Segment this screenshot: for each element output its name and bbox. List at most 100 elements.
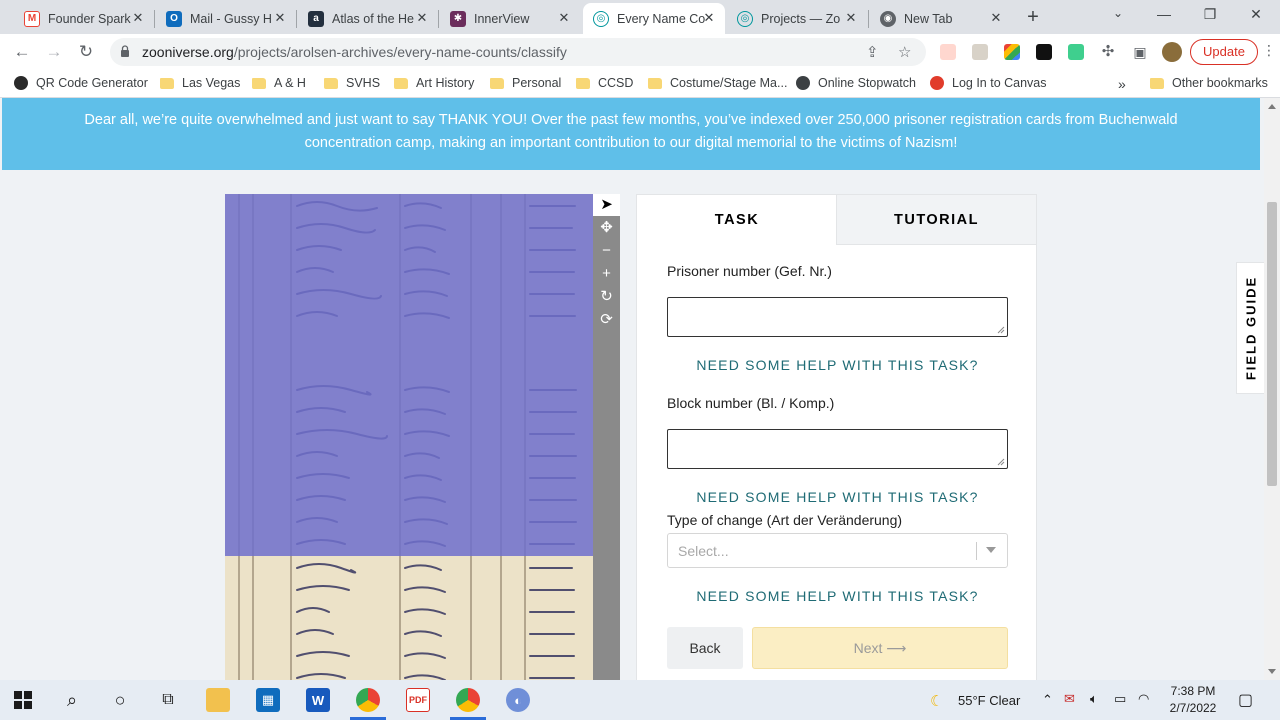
extension-icon[interactable] xyxy=(972,44,988,60)
bookmark-stopwatch[interactable]: Online Stopwatch xyxy=(796,76,916,90)
share-icon[interactable]: ⇪ xyxy=(866,43,879,61)
field-guide-button[interactable]: FIELD GUIDE xyxy=(1236,262,1264,394)
folder-icon xyxy=(252,77,266,89)
reload-icon[interactable]: ↻ xyxy=(74,40,98,64)
clock-time[interactable]: 7:38 PM xyxy=(1168,684,1218,698)
word-icon[interactable]: W xyxy=(306,688,330,712)
bookmark-canvas[interactable]: Log In to Canvas xyxy=(930,76,1047,90)
help-link[interactable]: NEED SOME HELP WITH THIS TASK? xyxy=(667,357,1008,373)
task-view-icon[interactable]: ⧉ xyxy=(156,688,180,712)
extension-icon[interactable] xyxy=(1004,44,1020,60)
block-number-input[interactable] xyxy=(667,429,1008,469)
notifications-icon[interactable]: ▢ xyxy=(1238,690,1253,710)
browser-tab[interactable]: ✱ InnerView ✕ xyxy=(440,3,580,34)
back-button[interactable]: Back xyxy=(667,627,743,669)
bookmark-folder[interactable]: SVHS xyxy=(324,76,380,90)
scrollbar-thumb[interactable] xyxy=(1267,202,1277,486)
puzzle-icon[interactable]: ✣ xyxy=(1096,40,1120,64)
scroll-up-icon[interactable] xyxy=(1268,104,1276,109)
store-icon[interactable]: ▦ xyxy=(256,688,280,712)
close-icon[interactable]: ✕ xyxy=(272,10,288,26)
rotate-icon[interactable]: ↻ xyxy=(593,286,620,308)
move-icon[interactable]: ✥ xyxy=(593,217,620,239)
zooniverse-icon: ◎ xyxy=(737,10,753,27)
resize-grip-icon[interactable] xyxy=(997,326,1005,334)
avatar[interactable] xyxy=(1162,42,1182,62)
file-explorer-icon[interactable] xyxy=(206,688,230,712)
tab-search-icon[interactable]: ⌄ xyxy=(1108,6,1128,20)
address-bar[interactable]: zooniverse.org/projects/arolsen-archives… xyxy=(110,38,926,66)
bookmark-folder[interactable]: Las Vegas xyxy=(160,76,240,90)
side-panel-icon[interactable]: ▣ xyxy=(1128,40,1152,64)
bookmark-folder[interactable]: Costume/Stage Ma... xyxy=(648,76,787,90)
browser-tab[interactable]: M Founder Spark ✕ xyxy=(14,3,154,34)
more-bookmarks-icon[interactable]: » xyxy=(1118,76,1126,92)
clock-date[interactable]: 2/7/2022 xyxy=(1164,701,1222,715)
innerview-icon: ✱ xyxy=(450,10,466,27)
zoom-in-icon[interactable]: + xyxy=(593,263,620,285)
bookmark-label: Costume/Stage Ma... xyxy=(670,76,788,90)
cortana-icon[interactable]: ○ xyxy=(108,688,132,712)
back-arrow-icon[interactable]: ← xyxy=(10,40,34,64)
other-bookmarks[interactable]: Other bookmarks xyxy=(1150,76,1268,90)
bookmark-star-icon[interactable]: ☆ xyxy=(898,43,911,61)
bookmark-qr-code[interactable]: QR Code Generator xyxy=(14,76,148,90)
minimize-icon[interactable]: — xyxy=(1154,6,1174,22)
pointer-icon[interactable]: ➤ xyxy=(593,194,620,216)
zoom-out-icon[interactable]: − xyxy=(593,240,620,262)
extension-icon[interactable] xyxy=(1068,44,1084,60)
scroll-down-icon[interactable] xyxy=(1268,669,1276,674)
bookmark-folder[interactable]: Art History xyxy=(394,76,474,90)
close-icon[interactable]: ✕ xyxy=(414,10,430,26)
update-button[interactable]: Update xyxy=(1190,39,1258,65)
browser-tab[interactable]: ◎ Projects — Zo ✕ xyxy=(727,3,867,34)
weather-text[interactable]: 55°F Clear xyxy=(958,693,1020,708)
close-window-icon[interactable]: ✕ xyxy=(1246,6,1266,23)
next-button[interactable]: Next ⟶ xyxy=(752,627,1008,669)
notification-badge-icon[interactable]: ✉ xyxy=(1064,691,1075,707)
close-icon[interactable]: ✕ xyxy=(701,10,717,26)
search-icon[interactable]: ⌕ xyxy=(60,688,84,712)
bookmark-folder[interactable]: A & H xyxy=(252,76,306,90)
tab-separator xyxy=(438,10,439,28)
subject-image[interactable] xyxy=(225,194,593,680)
bookmark-folder[interactable]: CCSD xyxy=(576,76,633,90)
close-icon[interactable]: ✕ xyxy=(843,10,859,26)
chevron-up-icon[interactable]: ⌃ xyxy=(1042,692,1053,708)
browser-tab[interactable]: O Mail - Gussy H ✕ xyxy=(156,3,296,34)
help-link[interactable]: NEED SOME HELP WITH THIS TASK? xyxy=(667,489,1008,505)
menu-icon[interactable]: ⋮ xyxy=(1262,42,1276,59)
prisoner-number-input[interactable] xyxy=(667,297,1008,337)
app-icon[interactable]: ◐ xyxy=(506,688,530,712)
windows-start-icon[interactable] xyxy=(14,691,32,709)
pdf-icon[interactable]: PDF xyxy=(406,688,430,712)
bookmark-folder[interactable]: Personal xyxy=(490,76,561,90)
page-content: Dear all, we’re quite overwhelmed and ju… xyxy=(0,98,1264,680)
browser-tab[interactable]: ◉ New Tab ✕ xyxy=(870,3,1012,34)
tab-tutorial[interactable]: TUTORIAL xyxy=(836,195,1036,245)
tab-separator xyxy=(296,10,297,28)
reset-icon[interactable]: ⟳ xyxy=(593,309,620,331)
resize-grip-icon[interactable] xyxy=(997,458,1005,466)
new-tab-button[interactable]: + xyxy=(1022,6,1044,29)
browser-tab-active[interactable]: ◎ Every Name Co ✕ xyxy=(583,3,725,34)
chrome-icon[interactable] xyxy=(356,688,380,712)
url-host: zooniverse.org xyxy=(142,44,234,60)
page-scrollbar[interactable] xyxy=(1264,98,1280,680)
battery-icon[interactable]: ▭ xyxy=(1114,691,1126,707)
help-link[interactable]: NEED SOME HELP WITH THIS TASK? xyxy=(667,588,1008,604)
close-icon[interactable]: ✕ xyxy=(988,10,1004,26)
url-text: zooniverse.org/projects/arolsen-archives… xyxy=(142,44,567,60)
chrome-icon[interactable] xyxy=(456,688,480,712)
close-icon[interactable]: ✕ xyxy=(130,10,146,26)
volume-icon[interactable]: 🔈︎ xyxy=(1090,691,1098,707)
extension-icon[interactable] xyxy=(940,44,956,60)
type-of-change-select[interactable]: Select... xyxy=(667,533,1008,568)
forward-arrow-icon[interactable]: → xyxy=(42,40,66,64)
tab-task[interactable]: TASK xyxy=(637,195,837,245)
browser-tab[interactable]: a Atlas of the He ✕ xyxy=(298,3,438,34)
wifi-icon[interactable]: ◠ xyxy=(1138,691,1149,707)
extension-icon[interactable] xyxy=(1036,44,1052,60)
restore-icon[interactable]: ❐ xyxy=(1200,6,1220,23)
close-icon[interactable]: ✕ xyxy=(556,10,572,26)
